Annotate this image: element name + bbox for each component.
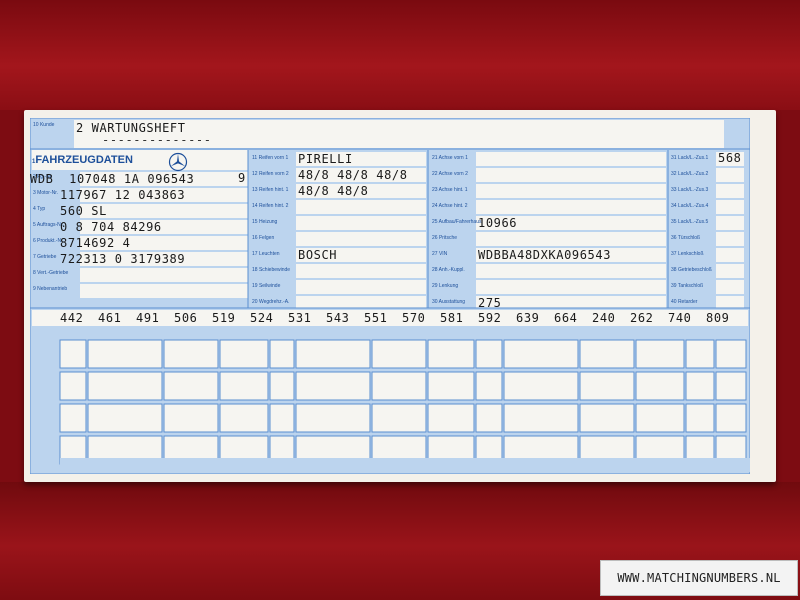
option-code: 519 bbox=[212, 311, 236, 325]
field-label: 14 Reifen hint. 2 bbox=[252, 203, 289, 209]
option-code: 491 bbox=[136, 311, 160, 325]
option-code: 639 bbox=[516, 311, 540, 325]
field-label: 30 Ausstattung bbox=[432, 299, 466, 305]
field-label: 15 Heizung bbox=[252, 219, 278, 225]
field-label: 12 Reifen vorn 2 bbox=[252, 171, 289, 177]
field-label: 13 Reifen hint. 1 bbox=[252, 187, 289, 193]
field-label: 9 Nebenantrieb bbox=[33, 286, 68, 292]
field-label: 3 Motor-Nr. bbox=[33, 190, 59, 196]
field-label: 4 Typ bbox=[33, 206, 46, 212]
option-code: 592 bbox=[478, 311, 502, 325]
option-code: 240 bbox=[592, 311, 616, 325]
field-label: 8 Vert.-Getriebe bbox=[33, 270, 69, 276]
option-code: 262 bbox=[630, 311, 654, 325]
option-code: 506 bbox=[174, 311, 198, 325]
option-code: 442 bbox=[60, 311, 84, 325]
field-label: 40 Retarder bbox=[671, 299, 698, 305]
option-code: 461 bbox=[98, 311, 122, 325]
field-value: 48/8 48/8 48/8 bbox=[298, 168, 408, 182]
field-label: 25 Aufbau/Fahrerhaus bbox=[432, 219, 482, 225]
field-label: 7 Getriebe bbox=[33, 254, 57, 260]
field-label: 19 Seilwinde bbox=[252, 283, 281, 289]
option-code: 740 bbox=[668, 311, 692, 325]
field-label: 21 Achse vorn 1 bbox=[432, 155, 468, 161]
field-value: 722313 0 3179389 bbox=[60, 252, 186, 266]
field-label: 16 Felgen bbox=[252, 235, 275, 241]
field-label: 31 Lack/L.-Zus.1 bbox=[671, 155, 709, 161]
option-code: 570 bbox=[402, 311, 426, 325]
option-code: 581 bbox=[440, 311, 464, 325]
field-value: 0 8 704 84296 bbox=[60, 220, 162, 234]
option-code: 531 bbox=[288, 311, 312, 325]
field-label: 34 Lack/L.-Zus.4 bbox=[671, 203, 709, 209]
form-text-layer: 10 Kunde 2 WARTUNGSHEFT -------------- 5… bbox=[30, 118, 750, 474]
field-label: 26 Pritsche bbox=[432, 235, 458, 241]
field-label: 18 Schiebewinde bbox=[252, 267, 291, 273]
field-label: 35 Lack/L.-Zus.5 bbox=[671, 219, 709, 225]
field-label: 29 Lenkung bbox=[432, 283, 459, 289]
field-label: 24 Achse hint. 2 bbox=[432, 203, 468, 209]
field-value: BOSCH bbox=[298, 248, 338, 262]
mercedes-star-icon bbox=[168, 152, 188, 172]
option-code: 809 bbox=[706, 311, 730, 325]
watermark-badge: WWW.MATCHINGNUMBERS.NL bbox=[600, 560, 798, 596]
field-value: WDB 107048 1A 096543 bbox=[30, 172, 195, 186]
field-label: 23 Achse hint. 1 bbox=[432, 187, 468, 193]
field-label: 17 Leuchten bbox=[252, 251, 280, 257]
field-label: 5 Auftrags-Nr. bbox=[33, 222, 64, 228]
field-value: 275 bbox=[478, 296, 502, 310]
right-code-value: 568 bbox=[718, 151, 742, 165]
field-value: 10966 bbox=[478, 216, 518, 230]
field-label: 32 Lack/L.-Zus.2 bbox=[671, 171, 709, 177]
field-value: 117967 12 043863 bbox=[60, 188, 186, 202]
field-label: 11 Reifen vorn 1 bbox=[252, 155, 289, 161]
field-label: 38 Getriebeschloß bbox=[671, 267, 712, 273]
option-code: 551 bbox=[364, 311, 388, 325]
option-code: 543 bbox=[326, 311, 350, 325]
option-code: 524 bbox=[250, 311, 274, 325]
field-value: 8714692 4 bbox=[60, 236, 131, 250]
field-label: 22 Achse vorn 2 bbox=[432, 171, 468, 177]
dash-line: -------------- bbox=[102, 133, 212, 147]
field-label: 28 Anh.-Kuppl. bbox=[432, 267, 465, 273]
field-label: 20 Wegdrehz.-A. bbox=[252, 299, 290, 305]
field-label: 37 Lenkschloß bbox=[671, 251, 704, 257]
vin-check-digit: 9 bbox=[238, 171, 246, 185]
section-title: 1FAHRZEUGDATEN bbox=[32, 154, 133, 166]
field-label: 27 VIN bbox=[432, 251, 448, 257]
field-label: 39 Tankschloß bbox=[671, 283, 704, 289]
field-label: 36 Türschloß bbox=[671, 235, 701, 241]
option-code: 664 bbox=[554, 311, 578, 325]
field-value: PIRELLI bbox=[298, 152, 353, 166]
field-value: WDBBA48DXKA096543 bbox=[478, 248, 612, 262]
label-kunde: 10 Kunde bbox=[33, 122, 55, 128]
field-value: 48/8 48/8 bbox=[298, 184, 369, 198]
field-value: 560 SL bbox=[60, 204, 107, 218]
field-label: 33 Lack/L.-Zus.3 bbox=[671, 187, 709, 193]
section-title-text: FAHRZEUGDATEN bbox=[35, 154, 133, 166]
